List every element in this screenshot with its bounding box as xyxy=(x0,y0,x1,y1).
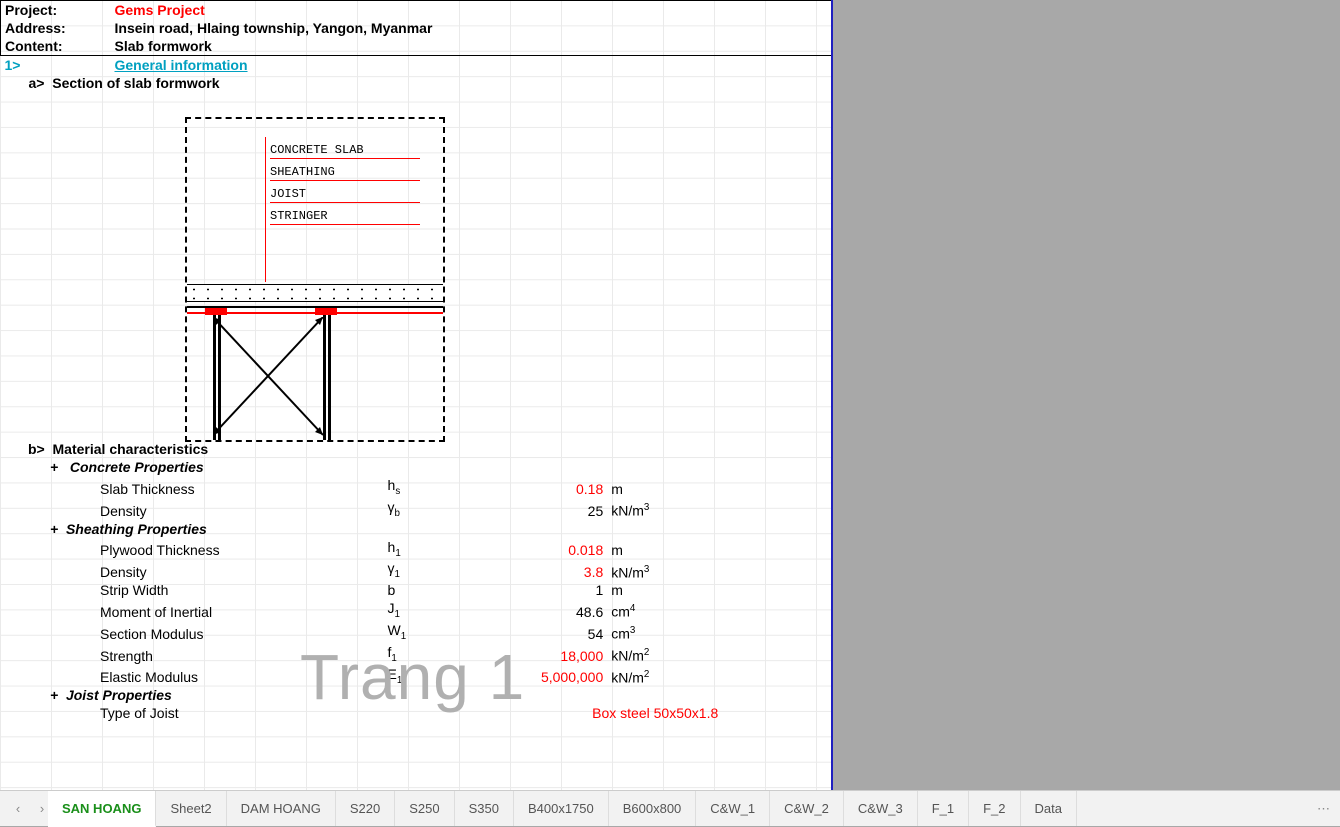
project-label: Project: xyxy=(1,1,111,20)
diagram-label-joist: JOIST xyxy=(270,181,420,203)
row-d1-val[interactable]: 3.8 xyxy=(479,559,607,581)
row-moi-label: Moment of Inertial xyxy=(0,599,384,621)
tab-s220[interactable]: S220 xyxy=(336,791,395,826)
row-strip-val[interactable]: 1 xyxy=(479,581,607,599)
section-1-num: 1> xyxy=(1,56,111,75)
sheet-tabs: SAN HOANG Sheet2 DAM HOANG S220 S250 S35… xyxy=(48,791,1077,826)
row-density-b-unit: kN/m3 xyxy=(607,498,831,520)
row-strength-label: Strength xyxy=(0,643,384,665)
tab-sheet2[interactable]: Sheet2 xyxy=(156,791,226,826)
project-value[interactable]: Gems Project xyxy=(111,1,832,20)
section-a-title: Section of slab formwork xyxy=(52,75,219,91)
group-joist: + Joist Properties xyxy=(0,686,831,704)
row-joist-type-val[interactable]: Box steel 50x50x1.8 xyxy=(479,704,831,722)
tab-more-button[interactable]: ⋯ xyxy=(1307,801,1340,817)
section-a-num: a> xyxy=(29,75,45,91)
address-value[interactable]: Insein road, Hlaing township, Yangon, My… xyxy=(111,19,832,37)
tab-cw1[interactable]: C&W_1 xyxy=(696,791,770,826)
tab-cw3[interactable]: C&W_3 xyxy=(844,791,918,826)
row-emod-val[interactable]: 5,000,000 xyxy=(479,665,607,687)
row-strength-val[interactable]: 18,000 xyxy=(479,643,607,665)
tab-san-hoang[interactable]: SAN HOANG xyxy=(48,791,156,827)
content-value[interactable]: Slab formwork xyxy=(111,37,832,56)
group-sheathing: + Sheathing Properties xyxy=(0,520,831,538)
tab-nav-next[interactable]: › xyxy=(28,795,56,823)
row-secmod-label: Section Modulus xyxy=(0,621,384,643)
tab-f2[interactable]: F_2 xyxy=(969,791,1020,826)
content-label: Content: xyxy=(1,37,111,56)
formwork-diagram: CONCRETE SLAB SHEATHING JOIST STRINGER xyxy=(185,117,445,442)
tab-s350[interactable]: S350 xyxy=(455,791,514,826)
row-strip-label: Strip Width xyxy=(0,581,384,599)
worksheet-page: Project: Gems Project Address: Insein ro… xyxy=(0,0,833,790)
section-b: b> Material characteristics xyxy=(0,440,831,458)
row-d1-label: Density xyxy=(0,559,384,581)
section-b-title: Material characteristics xyxy=(53,441,209,457)
sheet-content: Project: Gems Project Address: Insein ro… xyxy=(0,0,831,722)
row-joist-type-label: Type of Joist xyxy=(0,704,384,722)
cross-brace xyxy=(213,317,413,437)
slab-band xyxy=(187,284,443,302)
tab-s250[interactable]: S250 xyxy=(395,791,454,826)
row-moi-val[interactable]: 48.6 xyxy=(479,599,607,621)
row-density-b-val[interactable]: 25 xyxy=(479,498,607,520)
group-concrete: + Concrete Properties xyxy=(0,458,831,476)
diagram-label-stringer: STRINGER xyxy=(270,203,420,225)
row-ply-label: Plywood Thickness xyxy=(0,538,384,560)
properties-table: b> Material characteristics + Concrete P… xyxy=(0,440,831,722)
tab-dam-hoang[interactable]: DAM HOANG xyxy=(227,791,336,826)
header-table: Project: Gems Project Address: Insein ro… xyxy=(0,0,831,92)
address-label: Address: xyxy=(1,19,111,37)
sheet-tab-bar: ‹ › SAN HOANG Sheet2 DAM HOANG S220 S250… xyxy=(0,790,1340,826)
row-slab-thick-val[interactable]: 0.18 xyxy=(479,476,607,498)
row-slab-thick-sym: hs xyxy=(384,476,480,498)
section-a: a> Section of slab formwork xyxy=(1,74,832,92)
section-b-num: b> xyxy=(28,441,45,457)
tab-b600x800[interactable]: B600x800 xyxy=(609,791,697,826)
row-density-b-sym: γb xyxy=(384,498,480,520)
tab-f1[interactable]: F_1 xyxy=(918,791,969,826)
tab-data[interactable]: Data xyxy=(1021,791,1077,826)
row-density-b-label: Density xyxy=(0,498,384,520)
diagram-label-sheathing: SHEATHING xyxy=(270,159,420,181)
row-ply-val[interactable]: 0.018 xyxy=(479,538,607,560)
row-secmod-val[interactable]: 54 xyxy=(479,621,607,643)
row-slab-thick-label: Slab Thickness xyxy=(0,476,384,498)
tab-cw2[interactable]: C&W_2 xyxy=(770,791,844,826)
row-emod-label: Elastic Modulus xyxy=(0,665,384,687)
diagram-label-concrete: CONCRETE SLAB xyxy=(270,137,420,159)
section-1-title: General information xyxy=(111,56,832,75)
tab-b400x1750[interactable]: B400x1750 xyxy=(514,791,609,826)
row-slab-thick-unit: m xyxy=(607,476,831,498)
